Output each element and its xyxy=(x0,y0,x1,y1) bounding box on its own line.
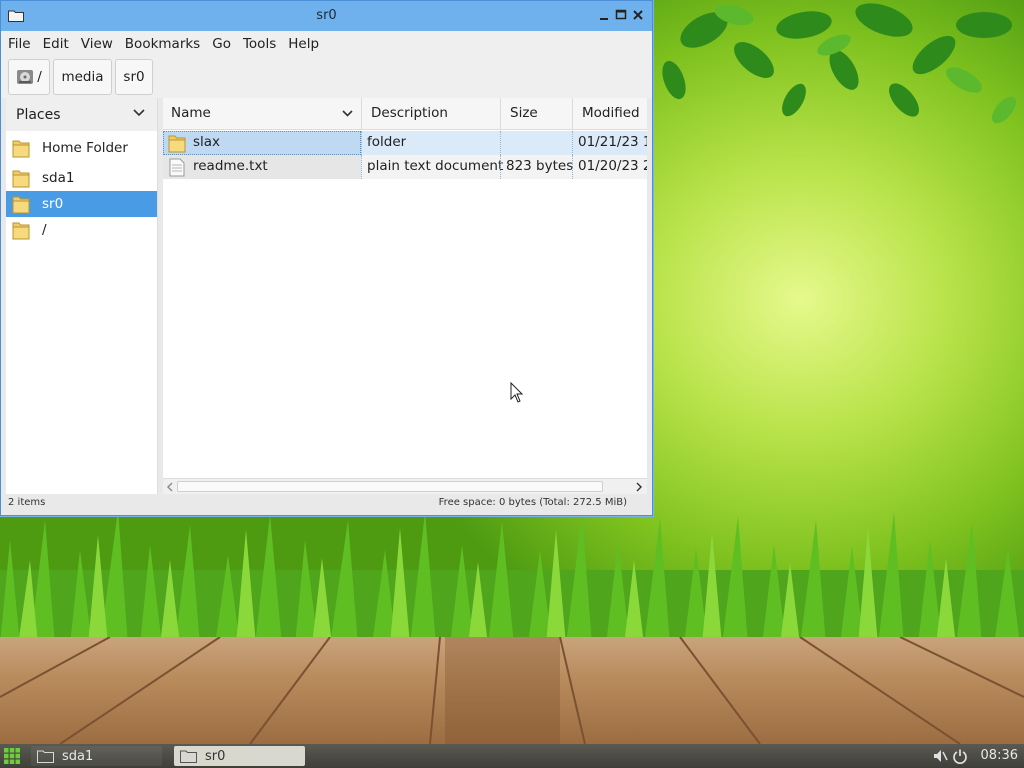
column-size[interactable]: Size xyxy=(510,105,538,121)
column-name[interactable]: Name xyxy=(171,105,211,121)
volume-muted-icon[interactable] xyxy=(932,748,948,764)
scroll-left-icon[interactable] xyxy=(166,482,174,492)
free-space: Free space: 0 bytes (Total: 272.5 MiB) xyxy=(438,497,627,508)
breadcrumb-sr0[interactable]: sr0 xyxy=(115,59,153,95)
sidebar-item-sr0[interactable]: sr0 xyxy=(6,191,157,217)
file-size: 823 bytes xyxy=(506,158,574,174)
taskbar-item-label: sr0 xyxy=(205,748,226,764)
start-menu-icon[interactable] xyxy=(3,747,21,765)
main-area: Places Home Folder sda1 sr0 / Name Descr… xyxy=(6,98,647,494)
clock[interactable]: 08:36 xyxy=(981,748,1018,763)
leaves-decoration xyxy=(662,3,1016,124)
scrollbar-thumb[interactable] xyxy=(177,481,603,492)
breadcrumb-root-label: / xyxy=(37,69,42,85)
places-header[interactable]: Places xyxy=(6,98,157,131)
power-icon[interactable] xyxy=(952,748,968,764)
minimize-icon[interactable] xyxy=(596,7,612,23)
breadcrumb-media-label: media xyxy=(61,69,104,85)
file-modified: 01/20/23 2 xyxy=(578,158,647,174)
folder-icon xyxy=(12,170,30,188)
file-manager-window: sr0 File Edit View Bookmarks Go Tools He… xyxy=(0,0,653,516)
scroll-right-icon[interactable] xyxy=(635,482,643,492)
file-list[interactable]: Name Description Size Modified slax fold… xyxy=(163,98,647,494)
path-bar: / media sr0 xyxy=(1,57,652,98)
places-sidebar: Places Home Folder sda1 sr0 / xyxy=(6,98,158,494)
file-name: slax xyxy=(193,134,221,150)
menu-edit[interactable]: Edit xyxy=(43,36,69,52)
places-header-label: Places xyxy=(16,106,61,123)
table-row[interactable]: readme.txt plain text document 823 bytes… xyxy=(163,155,647,179)
window-title: sr0 xyxy=(316,8,337,23)
sidebar-item-label: sr0 xyxy=(42,196,64,212)
menu-file[interactable]: File xyxy=(8,36,31,52)
menu-bookmarks[interactable]: Bookmarks xyxy=(125,36,200,52)
folder-icon xyxy=(12,196,30,214)
chevron-down-icon[interactable] xyxy=(133,109,145,117)
sidebar-item-root[interactable]: / xyxy=(6,217,157,243)
maximize-icon[interactable] xyxy=(613,7,629,23)
column-header: Name Description Size Modified xyxy=(163,98,647,130)
grass-decoration xyxy=(0,510,1024,645)
file-name: readme.txt xyxy=(193,158,268,174)
breadcrumb-sr0-label: sr0 xyxy=(123,69,145,85)
file-description: plain text document xyxy=(367,158,504,174)
sidebar-item-home-folder[interactable]: Home Folder xyxy=(6,135,157,161)
folder-icon xyxy=(12,140,30,158)
folder-icon xyxy=(180,750,197,763)
horizontal-scrollbar[interactable] xyxy=(163,478,647,494)
folder-icon xyxy=(12,222,30,240)
menu-go[interactable]: Go xyxy=(212,36,231,52)
menu-help[interactable]: Help xyxy=(288,36,319,52)
floor-boards xyxy=(0,637,1024,744)
sidebar-item-sda1[interactable]: sda1 xyxy=(6,165,157,191)
breadcrumb-root[interactable]: / xyxy=(8,59,50,95)
text-file-icon xyxy=(169,158,185,177)
sidebar-item-label: / xyxy=(42,222,47,238)
folder-icon xyxy=(37,750,54,763)
column-modified[interactable]: Modified xyxy=(582,105,640,121)
taskbar-item-label: sda1 xyxy=(62,748,94,764)
column-description[interactable]: Description xyxy=(371,105,448,121)
menu-tools[interactable]: Tools xyxy=(243,36,276,52)
file-description: folder xyxy=(367,134,407,150)
taskbar-item-sda1[interactable]: sda1 xyxy=(31,746,162,766)
folder-icon xyxy=(168,135,186,153)
file-modified: 01/21/23 1 xyxy=(578,134,647,150)
mouse-cursor-icon xyxy=(510,382,524,403)
taskbar-item-sr0[interactable]: sr0 xyxy=(174,746,305,766)
sort-chevron-icon[interactable] xyxy=(342,110,353,117)
item-count: 2 items xyxy=(8,497,46,508)
sidebar-item-label: sda1 xyxy=(42,170,75,186)
breadcrumb-media[interactable]: media xyxy=(53,59,112,95)
menu-view[interactable]: View xyxy=(81,36,113,52)
menu-bar: File Edit View Bookmarks Go Tools Help xyxy=(1,31,652,57)
title-bar[interactable]: sr0 xyxy=(1,1,652,31)
sidebar-item-label: Home Folder xyxy=(42,140,128,156)
drive-icon xyxy=(17,70,34,84)
taskbar: sda1 sr0 08:36 xyxy=(0,744,1024,768)
table-row[interactable]: slax folder 01/21/23 1 xyxy=(163,131,647,155)
status-bar: 2 items Free space: 0 bytes (Total: 272.… xyxy=(6,495,647,513)
close-icon[interactable] xyxy=(630,7,646,23)
